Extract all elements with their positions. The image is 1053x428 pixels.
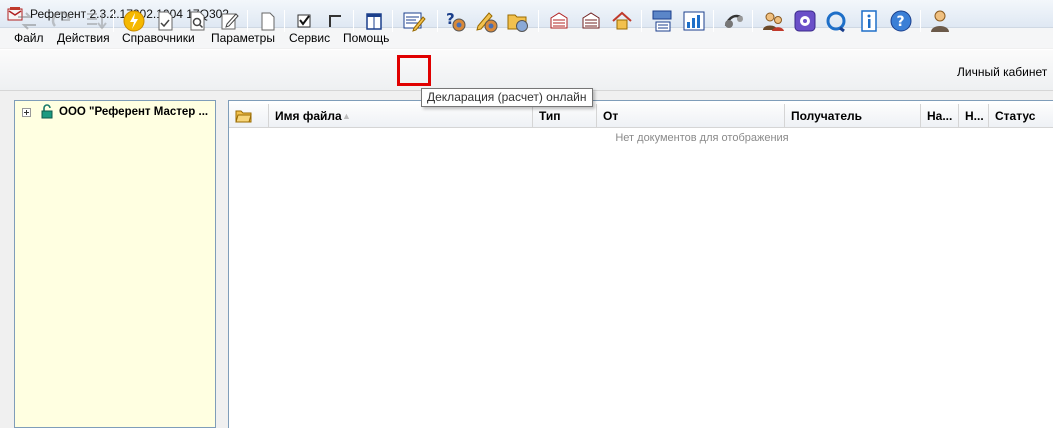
columns-button[interactable]	[361, 8, 387, 34]
receive-report-button[interactable]	[578, 8, 604, 34]
column-recipient[interactable]: Получатель	[785, 104, 921, 128]
users-button[interactable]	[760, 8, 786, 34]
settings-button[interactable]	[792, 8, 818, 34]
list-down-icon	[87, 13, 107, 30]
refresh-icon	[51, 11, 71, 27]
column-filename-label: Имя файла	[275, 109, 342, 123]
bar-chart-icon	[683, 11, 705, 31]
cable-icon	[724, 14, 743, 28]
envelope-red-icon	[550, 12, 568, 29]
question-gear-icon: ?	[446, 10, 466, 32]
column-n[interactable]: Н...	[959, 104, 989, 128]
pencil-document-icon	[221, 13, 239, 30]
toolbar-separator	[437, 10, 438, 32]
folder-icon	[235, 110, 252, 123]
download-button[interactable]	[82, 8, 108, 34]
expand-toggle[interactable]	[22, 108, 31, 117]
column-folder[interactable]	[229, 104, 269, 128]
lightning-icon	[123, 10, 145, 32]
info-icon	[861, 10, 877, 32]
checkbox-empty-icon	[329, 15, 341, 27]
house-icon	[612, 11, 632, 30]
toolbar-separator	[713, 10, 714, 32]
toolbar-separator	[641, 10, 642, 32]
blank-document-icon	[261, 12, 275, 31]
column-from[interactable]: От	[597, 104, 785, 128]
sort-indicator-icon: ▲	[342, 111, 351, 121]
magnifier-document-icon	[190, 11, 205, 31]
organization-tree: ООО "Референт Мастер ...	[14, 100, 216, 428]
home-report-button[interactable]	[609, 8, 635, 34]
update-button[interactable]	[823, 8, 849, 34]
checkbox-checked-icon	[297, 14, 311, 28]
users-icon	[763, 12, 784, 31]
cabinet-button[interactable]	[927, 8, 953, 34]
folder-gear-icon	[507, 14, 528, 32]
toolbar-separator	[538, 10, 539, 32]
column-na[interactable]: На...	[921, 104, 959, 128]
send-receive-button[interactable]	[14, 8, 40, 34]
columns-icon	[366, 13, 382, 30]
cabinet-label[interactable]: Личный кабинет	[957, 65, 1047, 79]
toolbar	[0, 49, 1053, 91]
requests-button[interactable]: ?	[443, 8, 469, 34]
statistics-button[interactable]	[681, 8, 707, 34]
toolbar-separator	[284, 10, 285, 32]
tooltip: Декларация (расчет) онлайн	[421, 88, 593, 107]
lightning-button[interactable]	[121, 8, 147, 34]
structure-button[interactable]	[649, 8, 675, 34]
preview-button[interactable]	[184, 8, 210, 34]
empty-message: Нет документов для отображения	[615, 132, 789, 144]
toolbar-separator	[353, 10, 354, 32]
help-icon: ?	[890, 10, 912, 32]
toolbar-separator	[113, 10, 114, 32]
tree-root-org[interactable]: ООО "Референт Мастер ...	[59, 106, 208, 118]
archive-button[interactable]	[505, 8, 531, 34]
documents-grid: Имя файла ▲ Тип От Получатель На... Н...…	[228, 100, 1053, 428]
toolbar-separator	[752, 10, 753, 32]
pencil-gear-icon	[476, 12, 498, 33]
column-filename[interactable]: Имя файла ▲	[269, 104, 533, 128]
new-document-button[interactable]	[254, 8, 280, 34]
sign-button[interactable]	[474, 8, 500, 34]
circular-arrow-icon	[826, 11, 846, 33]
declaration-online-button[interactable]	[401, 8, 427, 34]
envelope-dark-icon	[582, 12, 600, 29]
declaration-icon	[403, 12, 426, 32]
info-button[interactable]	[856, 8, 882, 34]
send-report-button[interactable]	[546, 8, 572, 34]
deselect-all-button[interactable]	[322, 8, 348, 34]
toolbar-separator	[920, 10, 921, 32]
unlocked-lock-icon	[41, 104, 53, 119]
svg-text:?: ?	[897, 14, 905, 30]
toolbar-separator	[247, 10, 248, 32]
column-status[interactable]: Статус	[989, 104, 1053, 128]
arrows-icon	[18, 12, 36, 30]
toolbar-separator	[392, 10, 393, 32]
refresh-button[interactable]	[49, 8, 75, 34]
edit-document-button[interactable]	[216, 8, 242, 34]
document-check-icon	[158, 11, 173, 31]
person-icon	[931, 10, 949, 32]
grid-header: Имя файла ▲ Тип От Получатель На... Н...…	[229, 104, 1053, 128]
highlight-frame	[397, 55, 431, 86]
org-chart-icon	[652, 10, 672, 32]
connection-button[interactable]	[721, 8, 747, 34]
help-button[interactable]: ?	[888, 8, 914, 34]
document-check-button[interactable]	[152, 8, 178, 34]
column-type[interactable]: Тип	[533, 104, 597, 128]
settings-icon	[794, 10, 816, 32]
select-all-button[interactable]	[291, 8, 317, 34]
